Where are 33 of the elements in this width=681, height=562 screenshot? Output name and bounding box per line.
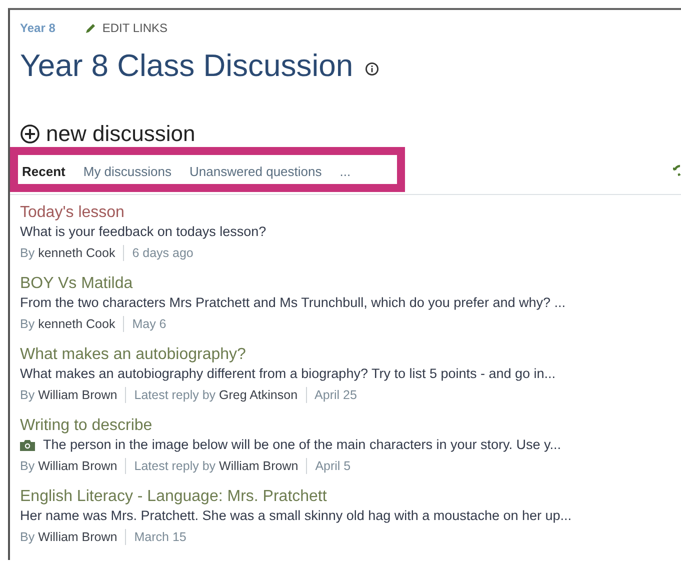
tab[interactable]: ... [340,164,351,179]
discussion-summary: The person in the image below will be one of the main characters in your story. Use y... [43,436,561,454]
edit-links-button[interactable]: EDIT LINKS [85,21,168,35]
discussion-summary: From the two characters Mrs Pratchett and Ms Trunchbull, which do you prefer and why? ... [20,294,566,312]
post-date: March 15 [134,529,186,546]
author-credit: Latest reply by William Brown [134,458,298,475]
discussion-title-link[interactable]: Writing to describe [20,416,681,436]
info-icon[interactable] [365,62,380,76]
tab[interactable]: Recent [22,164,66,179]
post-date: 6 days ago [132,245,194,262]
new-discussion-button[interactable]: new discussion [20,121,196,147]
plus-circle-icon [20,124,40,144]
author-credit: By kenneth Cook [20,245,116,262]
author-credit: Latest reply by Greg Atkinson [134,387,298,404]
post-date: April 25 [314,387,357,404]
discussion-summary: Her name was Mrs. Pratchett. She was a small skinny old hag with a moustache on her up... [20,507,572,525]
discussion-title-link[interactable]: What makes an autobiography? [20,345,681,365]
discussion-summary: What makes an autobiography different from a biography? Try to list 5 points - and go in... [20,365,556,383]
author-credit: By William Brown [20,458,118,475]
discussion-title-link[interactable]: English Literacy - Language: Mrs. Pratchett [20,487,681,507]
discussion-summary: What is your feedback on todays lesson? [20,223,266,241]
tab[interactable]: My discussions [83,164,172,179]
pencil-icon [85,22,96,34]
post-date: April 5 [315,458,351,475]
breadcrumb-link[interactable]: Year 8 [20,21,56,35]
author-credit: By kenneth Cook [20,316,116,333]
post-date: May 6 [132,316,166,333]
tab[interactable]: Unanswered questions [190,164,322,179]
author-credit: By William Brown [20,529,118,546]
discussion-title-link[interactable]: Today's lesson [20,203,681,223]
page-title: Year 8 Class Discussion [20,47,354,85]
discussion-title-link[interactable]: BOY Vs Matilda [20,274,681,294]
author-credit: By William Brown [20,387,118,404]
